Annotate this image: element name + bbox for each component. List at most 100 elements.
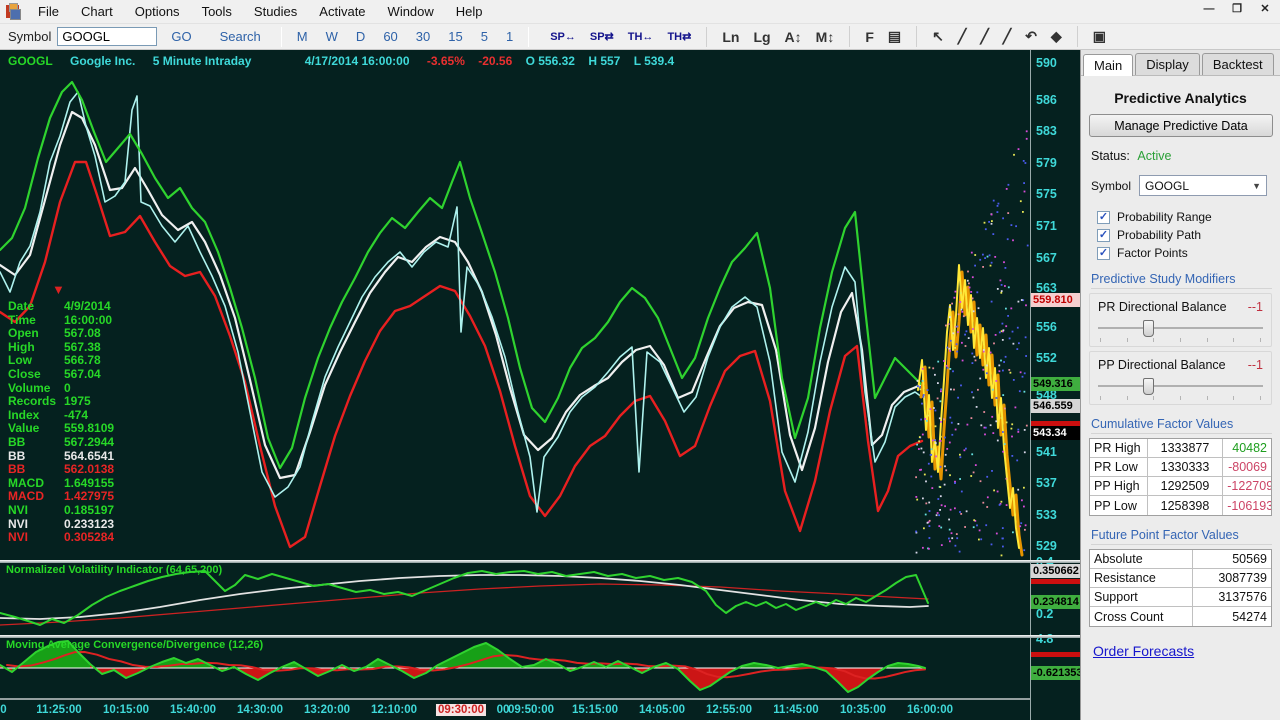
slider-thumb[interactable] — [1143, 320, 1155, 337]
slider-group: PR Directional Balance --1 — [1089, 293, 1272, 347]
panel-title: Predictive Analytics — [1114, 90, 1247, 106]
menu-help[interactable]: Help — [445, 2, 494, 21]
axis-label: 0.350662 — [1031, 564, 1080, 578]
linear-scale-icon[interactable]: Ln — [715, 27, 746, 47]
close-button[interactable]: ✕ — [1254, 2, 1276, 18]
slider-tick — [1126, 396, 1128, 400]
menu-window[interactable]: Window — [377, 2, 445, 21]
data-panel-value: 567.2944 — [64, 434, 115, 449]
checkbox-row: ✓ Probability Range — [1097, 210, 1272, 224]
factor-delta: -80069 — [1228, 460, 1268, 474]
slider-tick — [1259, 396, 1261, 400]
status-label: Status: — [1091, 149, 1130, 163]
axis-label: 579 — [1036, 156, 1057, 170]
menu-file[interactable]: File — [27, 2, 70, 21]
timeframe-15[interactable]: 15 — [439, 27, 471, 46]
slider-tick — [1100, 396, 1101, 400]
ray-line-icon[interactable]: ╱ — [973, 26, 995, 47]
data-panel-value: 0.233123 — [64, 516, 115, 531]
table-row: PR Low 1330333 -80069 — [1090, 458, 1271, 477]
timeframe-1[interactable]: 1 — [497, 27, 522, 46]
timeframe-5[interactable]: 5 — [472, 27, 497, 46]
factor-value: 1333877 — [1148, 439, 1224, 457]
eraser-icon[interactable]: ◆ — [1044, 26, 1069, 47]
timeframe-60[interactable]: 60 — [374, 27, 406, 46]
manage-predictive-data-button[interactable]: Manage Predictive Data — [1089, 114, 1273, 137]
axis-label: 537 — [1036, 476, 1057, 490]
go-button[interactable]: GO — [171, 29, 191, 44]
window-controls: — ❒ ✕ — [1198, 2, 1276, 18]
price-chart — [0, 80, 1029, 557]
time-label: 11:45:00 — [773, 704, 819, 716]
tab-display[interactable]: Display — [1135, 53, 1200, 75]
minimize-button[interactable]: — — [1198, 2, 1220, 18]
edit-chart-icon[interactable]: ▣ — [1086, 26, 1113, 47]
menu-items: File Chart Options Tools Studies Activate Wind… — [27, 2, 494, 21]
menu-options[interactable]: Options — [124, 2, 191, 21]
timeframe-30[interactable]: 30 — [407, 27, 439, 46]
thickness-expand-icon[interactable]: TH↔ — [621, 29, 661, 45]
axis-label — [1031, 579, 1080, 584]
axis-label: 575 — [1036, 187, 1057, 201]
page-icon[interactable]: ▤ — [881, 26, 908, 47]
data-panel-row: Low 566.78 — [8, 354, 114, 368]
future-table: Absolute 50569 Resistance 3087739 Support 313… — [1089, 549, 1272, 627]
trendline-icon[interactable]: ╱ — [951, 26, 973, 47]
menu-activate[interactable]: Activate — [308, 2, 376, 21]
axis-label: 549.316 — [1031, 377, 1080, 391]
log-scale-icon[interactable]: Lg — [746, 27, 777, 47]
slider-group: PP Directional Balance --1 — [1089, 351, 1272, 405]
factor-delta: -106193 — [1227, 498, 1272, 513]
menu-chart[interactable]: Chart — [70, 2, 124, 21]
symbol-dropdown-value: GOOGL — [1145, 178, 1190, 193]
timeframe-w[interactable]: W — [317, 27, 347, 46]
toolbar-icon-group: SP↔ SP⇄ TH↔ TH⇄ — [535, 28, 706, 45]
search-button[interactable]: Search — [220, 29, 261, 44]
checkbox-factor-points[interactable]: ✓ — [1097, 246, 1110, 260]
chart-pct-change: -3.65% — [426, 54, 465, 68]
segment-line-icon[interactable]: ╱ — [996, 26, 1018, 47]
tab-main[interactable]: Main — [1083, 54, 1134, 76]
thickness-compress-icon[interactable]: TH⇄ — [660, 28, 698, 45]
factor-name: PP Low — [1090, 496, 1148, 515]
restore-button[interactable]: ❒ — [1226, 2, 1248, 18]
symbol-dropdown[interactable]: GOOGL ▼ — [1139, 175, 1268, 196]
manual-scale-icon[interactable]: M↕ — [809, 27, 842, 47]
font-icon[interactable]: F — [858, 27, 881, 47]
data-panel-value: 566.78 — [64, 353, 101, 368]
chevron-down-icon: ▼ — [1252, 180, 1262, 191]
chart-symbol: GOOGL — [8, 54, 53, 68]
axis-label: 543.34 — [1031, 426, 1080, 440]
data-panel-label: Low — [8, 353, 32, 368]
symbol-input[interactable] — [57, 27, 158, 46]
data-panel-label: NVI — [8, 530, 29, 545]
hook-icon[interactable]: ↶ — [1018, 26, 1044, 47]
menu-studies[interactable]: Studies — [243, 2, 308, 21]
span-compress-icon[interactable]: SP⇄ — [583, 28, 621, 45]
time-label: 15:40:00 — [169, 704, 217, 716]
tab-backtest[interactable]: Backtest — [1201, 53, 1274, 75]
table-row: PR High 1333877 40482 — [1090, 439, 1271, 458]
checkbox-probability-range[interactable]: ✓ — [1097, 210, 1110, 224]
status-value: Active — [1137, 149, 1172, 163]
span-expand-icon[interactable]: SP↔ — [543, 29, 583, 45]
auto-scale-icon[interactable]: A↕ — [778, 27, 809, 47]
panel-symbol-label: Symbol — [1091, 178, 1132, 193]
chart-area: GOOGL Google Inc. 5 Minute Intraday 4/17… — [0, 50, 1080, 720]
timeframe-d[interactable]: D — [347, 27, 374, 46]
timeframe-m[interactable]: M — [288, 27, 317, 46]
menu-tools[interactable]: Tools — [191, 2, 243, 21]
data-panel-label: BB — [8, 434, 26, 449]
slider-thumb[interactable] — [1143, 378, 1155, 395]
axis-label: 583 — [1036, 124, 1057, 138]
data-panel-row: NVI 0.305284 — [8, 530, 114, 545]
pointer-icon[interactable]: ↖ — [925, 26, 951, 47]
data-panel-value: 567.08 — [64, 326, 101, 341]
slider-track[interactable] — [1096, 318, 1265, 338]
order-forecasts-link[interactable]: Order Forecasts — [1093, 643, 1194, 659]
data-panel-label: MACD — [8, 475, 44, 490]
slider-tick — [1233, 396, 1235, 400]
toolbar: Symbol GO Search MWD60301551 SP↔SP⇄TH↔TH… — [0, 24, 1280, 50]
slider-track[interactable] — [1096, 376, 1265, 396]
checkbox-probability-path[interactable]: ✓ — [1097, 228, 1110, 242]
